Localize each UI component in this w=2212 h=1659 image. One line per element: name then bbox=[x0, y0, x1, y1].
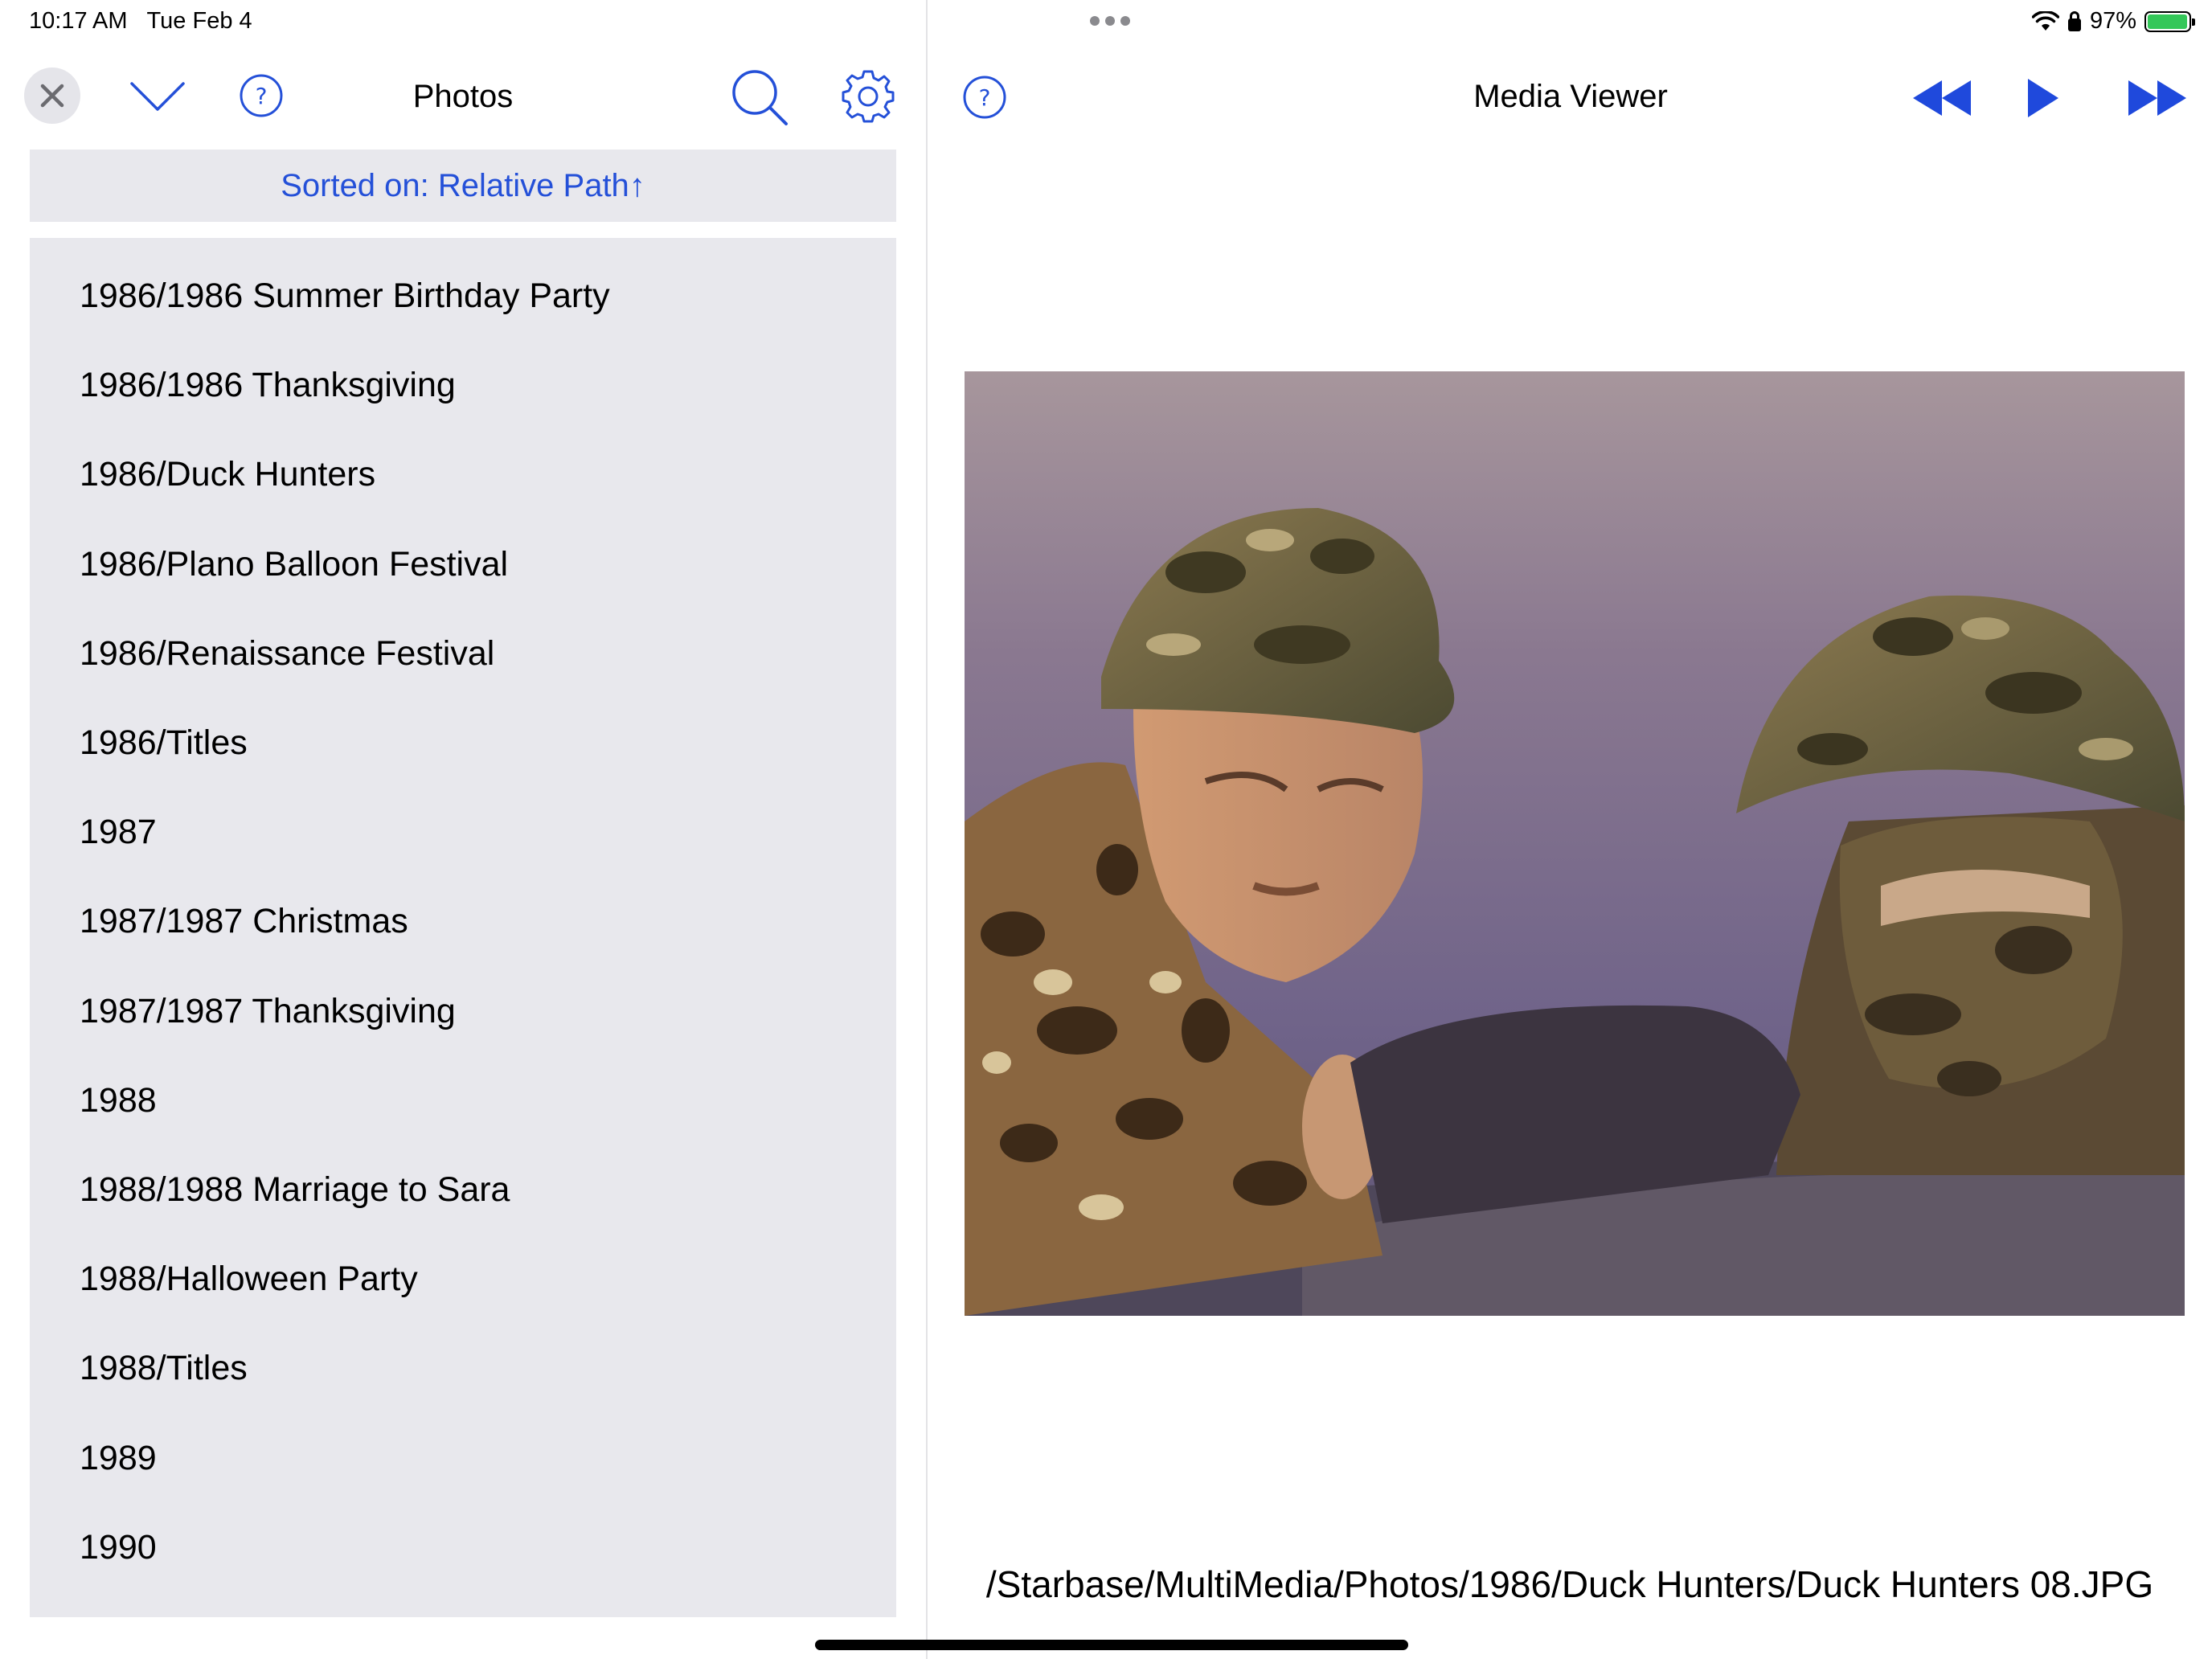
list-item[interactable]: 1986/Plano Balloon Festival bbox=[30, 520, 896, 609]
photos-pane: ? Photos Sorted on: Relative Path↑ 1986/… bbox=[0, 48, 926, 1659]
settings-button[interactable] bbox=[839, 68, 897, 125]
multitasking-dots-icon[interactable] bbox=[1090, 16, 1130, 26]
list-item[interactable]: 1990 bbox=[30, 1503, 896, 1592]
list-item[interactable]: 1987 bbox=[30, 788, 896, 877]
viewer-title: Media Viewer bbox=[1473, 79, 1668, 114]
home-indicator[interactable] bbox=[815, 1640, 1408, 1650]
help-icon: ? bbox=[240, 74, 283, 117]
battery-icon bbox=[2144, 10, 2195, 32]
list-item[interactable]: 1986/Renaissance Festival bbox=[30, 609, 896, 698]
battery-fill bbox=[2148, 14, 2187, 29]
next-button[interactable] bbox=[2127, 76, 2188, 121]
list-item[interactable]: 1988/Halloween Party bbox=[30, 1235, 896, 1324]
list-item[interactable]: 1988/Titles bbox=[30, 1324, 896, 1413]
svg-text:?: ? bbox=[979, 84, 991, 111]
status-bar-left: 10:17 AM Tue Feb 4 bbox=[29, 8, 272, 35]
wifi-icon bbox=[2031, 10, 2059, 31]
rewind-icon bbox=[1913, 80, 1971, 116]
list-item[interactable]: 1987/1987 Christmas bbox=[30, 877, 896, 966]
battery-percent: 97% bbox=[2089, 8, 2136, 34]
list-item[interactable]: 1986/Duck Hunters bbox=[30, 430, 896, 519]
list-item[interactable]: 1986/Titles bbox=[30, 698, 896, 788]
list-item[interactable]: 1986/1986 Summer Birthday Party bbox=[30, 252, 896, 341]
play-button[interactable] bbox=[2022, 76, 2062, 121]
lock-rotation-icon bbox=[2067, 10, 2081, 31]
list-item[interactable]: 1987/1987 Thanksgiving bbox=[30, 967, 896, 1056]
status-date: Tue Feb 4 bbox=[146, 8, 252, 34]
file-path-label: /Starbase/MultiMedia/Photos/1986/Duck Hu… bbox=[985, 1563, 2154, 1605]
folder-list[interactable]: 1986/1986 Summer Birthday Party 1986/198… bbox=[30, 238, 896, 1617]
close-icon bbox=[40, 84, 64, 108]
close-button[interactable] bbox=[24, 68, 80, 124]
list-item[interactable]: 1986/1986 Thanksgiving bbox=[30, 341, 896, 430]
gear-icon bbox=[842, 70, 895, 123]
fast-forward-icon bbox=[2128, 80, 2186, 116]
sort-label: Sorted on: Relative Path↑ bbox=[281, 167, 645, 203]
svg-text:?: ? bbox=[256, 83, 268, 109]
list-item[interactable]: 1988 bbox=[30, 1056, 896, 1145]
media-viewer-pane: ? Media Viewer /Starbase/MultiMedia/Phot… bbox=[928, 48, 2212, 1659]
status-time: 10:17 AM bbox=[29, 8, 128, 34]
previous-button[interactable] bbox=[1911, 76, 1972, 121]
search-icon bbox=[732, 70, 788, 125]
photos-navbar: ? Photos bbox=[0, 48, 926, 153]
viewer-help-button[interactable]: ? bbox=[961, 74, 1008, 121]
help-icon: ? bbox=[963, 76, 1006, 119]
search-button[interactable] bbox=[730, 68, 789, 127]
chevron-down-icon bbox=[130, 82, 185, 111]
status-bar-right: 97% bbox=[2031, 8, 2195, 35]
play-icon bbox=[2028, 79, 2058, 117]
media-image[interactable] bbox=[965, 371, 2185, 1316]
list-item[interactable]: 1989 bbox=[30, 1413, 896, 1502]
list-item[interactable]: 1988/1988 Marriage to Sara bbox=[30, 1145, 896, 1235]
collapse-button[interactable] bbox=[129, 72, 186, 121]
sort-button[interactable]: Sorted on: Relative Path↑ bbox=[30, 150, 896, 222]
page-title: Photos bbox=[412, 79, 514, 114]
help-button[interactable]: ? bbox=[238, 72, 285, 119]
